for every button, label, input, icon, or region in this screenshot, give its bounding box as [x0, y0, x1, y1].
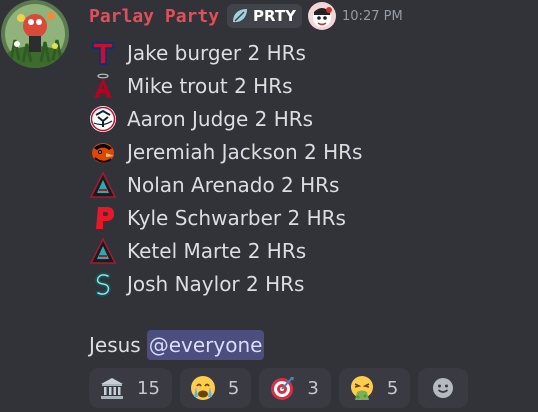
server-tag-label: PRTY — [253, 7, 297, 25]
footer-text: Jesus — [89, 333, 141, 357]
reaction-count: 5 — [386, 377, 399, 399]
list-item-text: Aaron Judge 2 HRs — [127, 106, 314, 131]
list-item-text: Kyle Schwarber 2 HRs — [127, 205, 346, 230]
list-item: Mike trout 2 HRs — [89, 69, 362, 102]
cartoon-face-icon — [313, 7, 333, 27]
reaction-count: 15 — [137, 377, 160, 399]
username[interactable]: Parlay Party — [89, 6, 219, 27]
list-item: Jeremiah Jackson 2 HRs — [89, 135, 362, 168]
bullseye-icon — [271, 377, 295, 400]
message-header: Parlay Party PRTY 10:27 PM — [89, 2, 403, 30]
list-item: Josh Naylor 2 HRs — [89, 267, 362, 300]
add-reaction-icon — [433, 378, 454, 398]
reactions-bar: 15 5 3 5 — [89, 368, 469, 408]
reaction-button[interactable]: 5 — [338, 368, 411, 408]
yankees-logo-icon — [90, 105, 116, 132]
diamondbacks-logo-icon — [89, 236, 117, 264]
reaction-count: 5 — [227, 377, 240, 399]
timestamp: 10:27 PM — [342, 8, 403, 24]
list-item-text: Josh Naylor 2 HRs — [127, 271, 305, 296]
vomiting-face-icon — [350, 376, 373, 400]
everyone-mention[interactable]: @everyone — [146, 330, 265, 360]
bank-icon — [101, 378, 123, 399]
avatar-icon — [1, 0, 69, 68]
rangers-logo-icon — [92, 41, 114, 65]
crying-face-icon — [190, 376, 215, 400]
reaction-button[interactable]: 3 — [259, 368, 331, 408]
reaction-button[interactable]: 5 — [179, 368, 252, 408]
avatar[interactable] — [1, 0, 69, 68]
list-item-text: Nolan Arenado 2 HRs — [127, 172, 340, 197]
orioles-logo-icon — [92, 142, 114, 163]
message-content: Jake burger 2 HRs Mike trout 2 HRs Aaron… — [89, 36, 362, 300]
add-reaction-button[interactable] — [418, 368, 469, 408]
list-item: Ketel Marte 2 HRs — [89, 234, 362, 267]
list-item: Nolan Arenado 2 HRs — [89, 168, 362, 201]
leaf-icon — [233, 9, 248, 23]
message-footer-line: Jesus @everyone — [89, 328, 265, 362]
phillies-logo-icon — [96, 206, 114, 229]
mariners-logo-icon — [95, 271, 111, 297]
role-icon[interactable] — [308, 2, 337, 30]
list-item: Jake burger 2 HRs — [89, 36, 362, 69]
reaction-count: 3 — [307, 377, 319, 399]
reaction-button[interactable]: 15 — [89, 368, 172, 408]
list-item-text: Ketel Marte 2 HRs — [127, 238, 307, 263]
list-item-text: Mike trout 2 HRs — [127, 73, 293, 98]
server-tag[interactable]: PRTY — [227, 4, 303, 28]
list-item-text: Jeremiah Jackson 2 HRs — [127, 139, 363, 164]
list-item-text: Jake burger 2 HRs — [127, 40, 306, 65]
diamondbacks-logo-icon — [89, 170, 117, 198]
angels-logo-icon — [94, 73, 112, 98]
list-item: Aaron Judge 2 HRs — [89, 102, 362, 135]
list-item: Kyle Schwarber 2 HRs — [89, 201, 362, 234]
